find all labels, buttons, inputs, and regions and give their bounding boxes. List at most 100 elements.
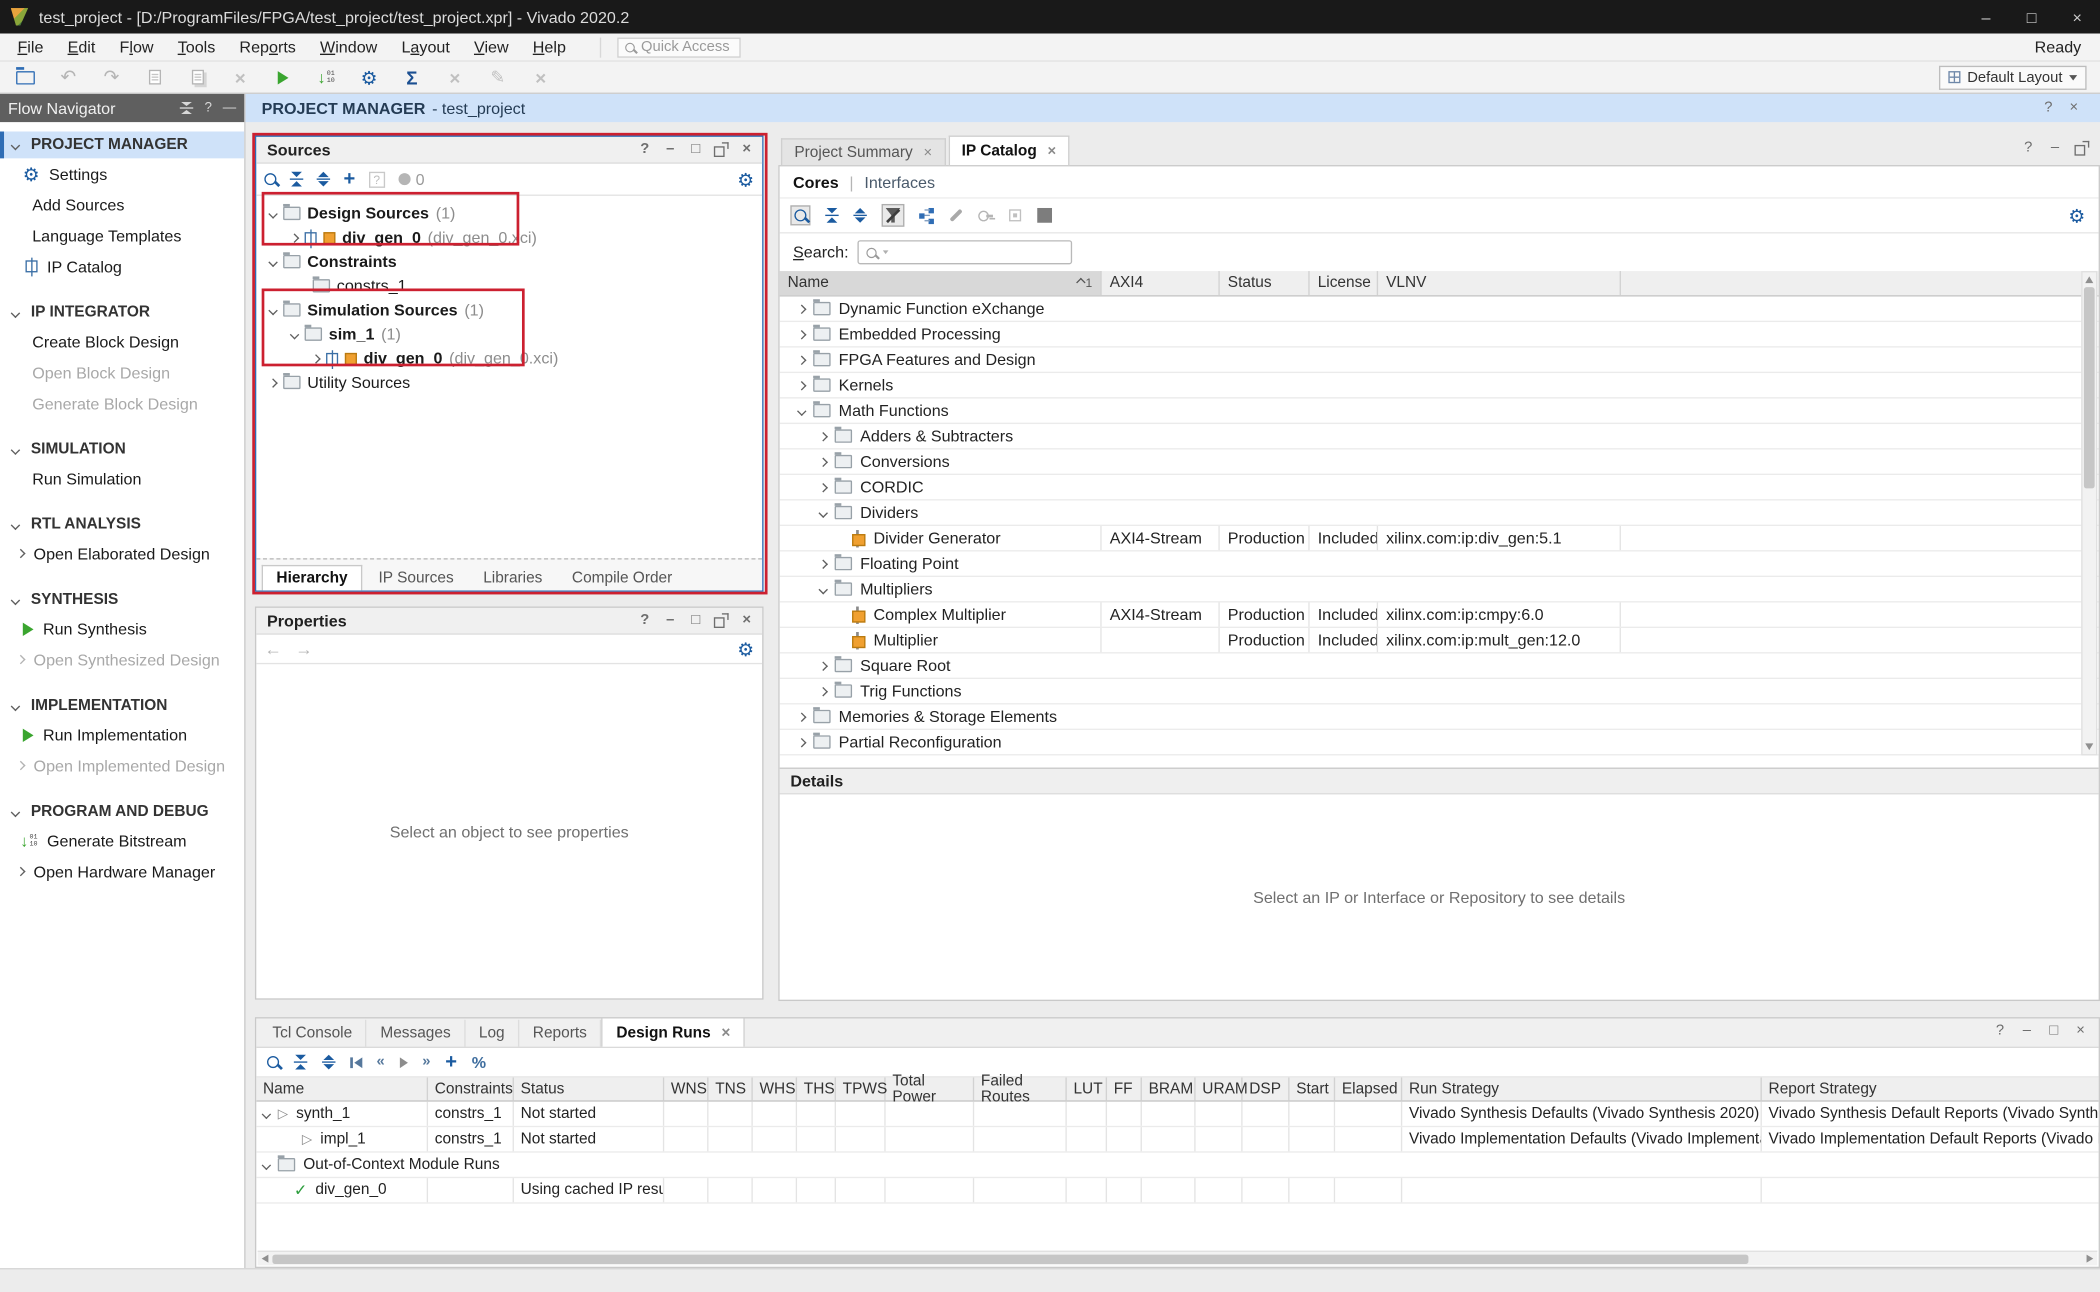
ip-search-input[interactable]: [858, 240, 1073, 264]
panel-minimize-icon[interactable]: –: [2019, 1024, 2034, 1039]
panel-close-icon[interactable]: ×: [2073, 1024, 2088, 1039]
close-window-button[interactable]: ×: [2054, 0, 2100, 34]
details-header[interactable]: Details: [780, 768, 2099, 795]
column-header[interactable]: URAM: [1196, 1078, 1243, 1101]
menu-window[interactable]: Window: [308, 38, 389, 57]
ip-row-conversions[interactable]: Conversions: [780, 450, 2099, 475]
menu-view[interactable]: View: [462, 38, 521, 57]
collapse-all-icon[interactable]: [180, 102, 193, 115]
chevron-right-icon[interactable]: [797, 304, 806, 313]
chevron-right-icon[interactable]: [268, 378, 277, 387]
scrollbar-thumb[interactable]: [272, 1254, 1748, 1263]
tab-log[interactable]: Log: [465, 1020, 519, 1047]
chevron-right-icon[interactable]: [797, 380, 806, 389]
ip-row-cordic[interactable]: CORDIC: [780, 475, 2099, 500]
ip-row-fpga-features[interactable]: FPGA Features and Design: [780, 348, 2099, 373]
panel-help-icon[interactable]: ?: [637, 142, 652, 157]
tab-messages[interactable]: Messages: [367, 1020, 466, 1047]
flownav-item-open-hardware-manager[interactable]: Open Hardware Manager: [0, 856, 244, 887]
menu-tools[interactable]: Tools: [166, 38, 228, 57]
ip-row-embedded-processing[interactable]: Embedded Processing: [780, 322, 2099, 347]
column-header[interactable]: WNS: [664, 1078, 708, 1101]
column-header[interactable]: TPWS: [836, 1078, 886, 1101]
ip-row-trig-functions[interactable]: Trig Functions: [780, 679, 2099, 704]
gear-icon[interactable]: ⚙: [737, 170, 754, 189]
flownav-section-synthesis[interactable]: SYNTHESIS: [0, 586, 244, 613]
ip-row-multipliers[interactable]: Multipliers: [780, 577, 2099, 602]
chevron-down-icon[interactable]: [797, 406, 806, 415]
panel-maximize-icon[interactable]: □: [688, 142, 703, 157]
tree-row-div-gen-0[interactable]: div_gen_0(div_gen_0.xci): [256, 225, 762, 249]
forward-arrow-icon[interactable]: →: [295, 639, 312, 659]
flownav-item-add-sources[interactable]: Add Sources: [0, 189, 244, 220]
column-header[interactable]: TNS: [708, 1078, 752, 1101]
chevron-right-icon[interactable]: [818, 482, 827, 491]
chevron-right-icon[interactable]: [797, 329, 806, 338]
column-header[interactable]: Start: [1290, 1078, 1336, 1101]
chevron-right-icon[interactable]: [818, 559, 827, 568]
search-icon[interactable]: [267, 1056, 279, 1068]
wrench-icon[interactable]: [949, 208, 964, 223]
tree-row-sim-div-gen-0[interactable]: div_gen_0(div_gen_0.xci): [256, 346, 762, 370]
quick-access-input[interactable]: Quick Access: [617, 37, 740, 57]
column-header[interactable]: Report Strategy: [1762, 1078, 2100, 1101]
chevron-right-icon[interactable]: [311, 354, 320, 363]
paste-button[interactable]: [185, 65, 209, 89]
column-header[interactable]: Failed Routes: [974, 1078, 1067, 1101]
column-header[interactable]: BRAM: [1142, 1078, 1196, 1101]
column-header-axi4[interactable]: AXI4: [1102, 271, 1220, 295]
tree-row-constraints[interactable]: Constraints: [256, 250, 762, 274]
close-icon[interactable]: ×: [1048, 143, 1057, 159]
panel-float-icon[interactable]: [714, 142, 729, 157]
add-sources-icon[interactable]: +: [344, 169, 356, 189]
column-header[interactable]: Name: [256, 1078, 428, 1101]
license-key-icon[interactable]: [978, 208, 993, 223]
copy-button[interactable]: [142, 65, 166, 89]
column-header[interactable]: LUT: [1067, 1078, 1107, 1101]
search-icon[interactable]: [264, 173, 276, 185]
settings-toolbar-button[interactable]: ⚙: [357, 65, 381, 89]
step-first-icon[interactable]: [350, 1057, 362, 1068]
tree-row-sim-1[interactable]: sim_1(1): [256, 322, 762, 346]
gear-icon[interactable]: ⚙: [737, 639, 754, 658]
column-header[interactable]: Status: [514, 1078, 664, 1101]
banner-help-icon[interactable]: ?: [2041, 101, 2056, 116]
generate-bitstream-toolbar-button[interactable]: ↓0110: [314, 65, 338, 89]
open-project-button[interactable]: [13, 65, 37, 89]
tab-libraries[interactable]: Libraries: [470, 566, 556, 590]
edit-button[interactable]: ✎: [486, 65, 510, 89]
column-header[interactable]: DSP: [1243, 1078, 1290, 1101]
flownav-item-create-block-design[interactable]: Create Block Design: [0, 326, 244, 357]
chevron-down-icon[interactable]: [290, 329, 299, 338]
tree-row-design-sources[interactable]: Design Sources(1): [256, 201, 762, 225]
column-header[interactable]: Constraints: [428, 1078, 514, 1101]
flownav-item-run-simulation[interactable]: Run Simulation: [0, 463, 244, 494]
tree-row-constrs-1[interactable]: constrs_1: [256, 274, 762, 298]
minimize-window-button[interactable]: –: [1963, 0, 2009, 34]
collapse-all-icon[interactable]: [290, 171, 303, 187]
tab-project-summary[interactable]: Project Summary×: [781, 138, 946, 165]
layout-selector[interactable]: Default Layout: [1939, 65, 2087, 89]
help-icon[interactable]: ?: [205, 101, 212, 116]
flownav-item-generate-block-design[interactable]: Generate Block Design: [0, 388, 244, 419]
flownav-item-open-synthesized-design[interactable]: Open Synthesized Design: [0, 644, 244, 675]
create-runs-icon[interactable]: +: [445, 1052, 457, 1072]
minimize-panel-icon[interactable]: —: [223, 101, 236, 116]
tab-compile-order[interactable]: Compile Order: [559, 566, 686, 590]
column-header[interactable]: Total Power: [886, 1078, 975, 1101]
maximize-window-button[interactable]: □: [2009, 0, 2055, 34]
flownav-item-open-block-design[interactable]: Open Block Design: [0, 357, 244, 388]
ip-row-square-root[interactable]: Square Root: [780, 653, 2099, 678]
column-header[interactable]: THS: [797, 1078, 836, 1101]
horizontal-scrollbar[interactable]: [258, 1251, 2098, 1266]
menu-reports[interactable]: Reports: [227, 38, 308, 57]
flownav-section-implementation[interactable]: IMPLEMENTATION: [0, 692, 244, 719]
abort-button[interactable]: ×: [529, 65, 553, 89]
panel-minimize-icon[interactable]: –: [663, 142, 678, 157]
chevron-down-icon[interactable]: [262, 1109, 271, 1118]
expand-all-icon[interactable]: [317, 171, 330, 187]
scroll-down-icon[interactable]: [2085, 743, 2093, 750]
panel-close-icon[interactable]: ×: [739, 142, 754, 157]
ip-row-kernels[interactable]: Kernels: [780, 373, 2099, 398]
chevron-right-icon[interactable]: [818, 686, 827, 695]
